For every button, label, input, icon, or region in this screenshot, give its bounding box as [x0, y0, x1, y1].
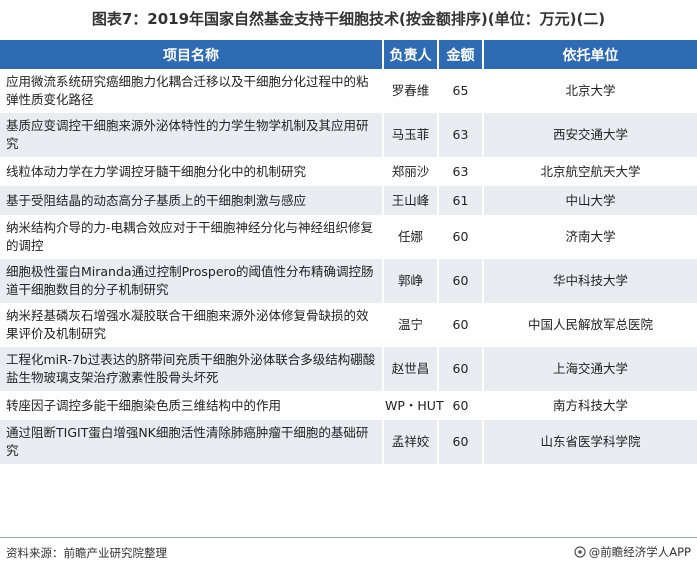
- project-name-cell: 纳米羟基磷灰石增强水凝胶联合干细胞来源外泌体修复骨缺损的效果评价及机制研究: [0, 303, 384, 347]
- table-row: 通过阻断TIGIT蛋白增强NK细胞活性清除肺癌肿瘤干细胞的基础研究 孟祥姣 60…: [0, 420, 697, 464]
- project-name-cell: 细胞极性蛋白Miranda通过控制Prospero的阈值性分布精确调控肠道干细胞…: [0, 259, 384, 303]
- header-institution: 依托单位: [483, 40, 697, 69]
- institution-cell: 华中科技大学: [483, 259, 697, 303]
- funding-table: 项目名称 负责人 金额 依托单位 应用微流系统研究癌细胞力化耦合迁移以及干细胞分…: [0, 40, 697, 464]
- amount-cell: 60: [438, 420, 484, 464]
- brand-logo-icon: [574, 546, 586, 558]
- table-row: 基于受阻结晶的动态高分子基质上的干细胞刺激与感应 王山峰 61 中山大学: [0, 186, 697, 215]
- footer-divider: [0, 537, 697, 538]
- institution-cell: 中山大学: [483, 186, 697, 215]
- leader-cell: 马玉菲: [383, 113, 439, 157]
- institution-cell: 北京大学: [483, 69, 697, 113]
- leader-cell: 王山峰: [383, 186, 439, 215]
- header-project-name: 项目名称: [0, 40, 384, 69]
- project-name-cell: 通过阻断TIGIT蛋白增强NK细胞活性清除肺癌肿瘤干细胞的基础研究: [0, 420, 384, 464]
- amount-cell: 60: [438, 303, 484, 347]
- institution-cell: 中国人民解放军总医院: [483, 303, 697, 347]
- institution-cell: 北京航空航天大学: [483, 157, 697, 186]
- leader-cell: 郭峥: [383, 259, 439, 303]
- table-row: 转座因子调控多能干细胞染色质三维结构中的作用 WP・HUT 60 南方科技大学: [0, 391, 697, 420]
- amount-cell: 65: [438, 69, 484, 113]
- leader-cell: 任娜: [383, 215, 439, 259]
- leader-cell: 郑丽沙: [383, 157, 439, 186]
- table-row: 细胞极性蛋白Miranda通过控制Prospero的阈值性分布精确调控肠道干细胞…: [0, 259, 697, 303]
- amount-cell: 60: [438, 215, 484, 259]
- amount-cell: 60: [438, 391, 484, 420]
- amount-cell: 63: [438, 157, 484, 186]
- header-amount: 金额: [438, 40, 484, 69]
- table-row: 纳米结构介导的力-电耦合效应对于干细胞神经分化与神经组织修复的调控 任娜 60 …: [0, 215, 697, 259]
- table-row: 线粒体动力学在力学调控牙髓干细胞分化中的机制研究 郑丽沙 63 北京航空航天大学: [0, 157, 697, 186]
- table-row: 工程化miR-7b过表达的脐带间充质干细胞外泌体联合多级结构硼酸盐生物玻璃支架治…: [0, 347, 697, 391]
- project-name-cell: 工程化miR-7b过表达的脐带间充质干细胞外泌体联合多级结构硼酸盐生物玻璃支架治…: [0, 347, 384, 391]
- institution-cell: 南方科技大学: [483, 391, 697, 420]
- brand-label: @前瞻经济学人APP: [588, 545, 691, 559]
- table-row: 纳米羟基磷灰石增强水凝胶联合干细胞来源外泌体修复骨缺损的效果评价及机制研究 温宁…: [0, 303, 697, 347]
- amount-cell: 61: [438, 186, 484, 215]
- brand-credit: @前瞻经济学人APP: [574, 544, 691, 560]
- institution-cell: 西安交通大学: [483, 113, 697, 157]
- institution-cell: 山东省医学科学院: [483, 420, 697, 464]
- header-leader: 负责人: [383, 40, 439, 69]
- table-row: 应用微流系统研究癌细胞力化耦合迁移以及干细胞分化过程中的粘弹性质变化路径 罗春维…: [0, 69, 697, 113]
- leader-cell: 温宁: [383, 303, 439, 347]
- institution-cell: 上海交通大学: [483, 347, 697, 391]
- amount-cell: 60: [438, 347, 484, 391]
- source-note: 资料来源：前瞻产业研究院整理: [6, 546, 167, 560]
- amount-cell: 60: [438, 259, 484, 303]
- project-name-cell: 基质应变调控干细胞来源外泌体特性的力学生物学机制及其应用研究: [0, 113, 384, 157]
- leader-cell: 孟祥姣: [383, 420, 439, 464]
- page-title: 图表7：2019年国家自然基金支持干细胞技术(按金额排序)(单位：万元)(二): [91, 10, 606, 28]
- project-name-cell: 转座因子调控多能干细胞染色质三维结构中的作用: [0, 391, 384, 420]
- leader-cell: 罗春维: [383, 69, 439, 113]
- institution-cell: 济南大学: [483, 215, 697, 259]
- project-name-cell: 纳米结构介导的力-电耦合效应对于干细胞神经分化与神经组织修复的调控: [0, 215, 384, 259]
- table-row: 基质应变调控干细胞来源外泌体特性的力学生物学机制及其应用研究 马玉菲 63 西安…: [0, 113, 697, 157]
- amount-cell: 63: [438, 113, 484, 157]
- project-name-cell: 基于受阻结晶的动态高分子基质上的干细胞刺激与感应: [0, 186, 384, 215]
- leader-cell: WP・HUT: [383, 391, 444, 420]
- leader-cell: 赵世昌: [383, 347, 439, 391]
- project-name-cell: 线粒体动力学在力学调控牙髓干细胞分化中的机制研究: [0, 157, 384, 186]
- table-header-row: 项目名称 负责人 金额 依托单位: [0, 40, 697, 69]
- project-name-cell: 应用微流系统研究癌细胞力化耦合迁移以及干细胞分化过程中的粘弹性质变化路径: [0, 69, 384, 113]
